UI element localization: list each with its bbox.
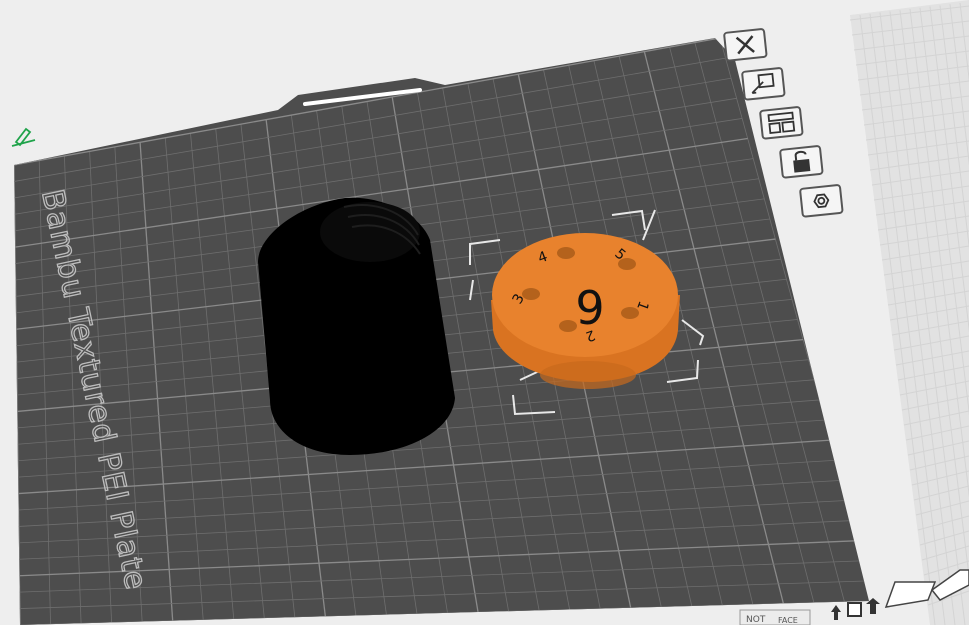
hole-1 (621, 307, 639, 319)
hole-2 (559, 320, 577, 332)
edit-pencil-icon[interactable] (11, 127, 36, 147)
bottom-bar-text-left: NOT (746, 615, 766, 625)
view-top-icon[interactable] (831, 605, 841, 620)
bottom-bar-text-right: FACE (778, 616, 798, 625)
plate-settings-button[interactable] (799, 184, 844, 218)
dial-center-number: 6 (575, 279, 604, 333)
3d-viewport[interactable]: Bambu Textured PEI Plate 6 1 2 3 4 5 NOT… (0, 0, 969, 625)
cylinder-object[interactable] (258, 197, 455, 455)
hole-4 (557, 247, 575, 259)
lock-plate-button[interactable] (779, 145, 824, 179)
close-plate-button[interactable] (723, 28, 768, 62)
neighbor-plate[interactable] (849, 0, 969, 625)
view-front-icon[interactable] (847, 602, 862, 617)
edit-plate-button[interactable] (741, 67, 786, 101)
arrange-button[interactable] (759, 106, 804, 140)
